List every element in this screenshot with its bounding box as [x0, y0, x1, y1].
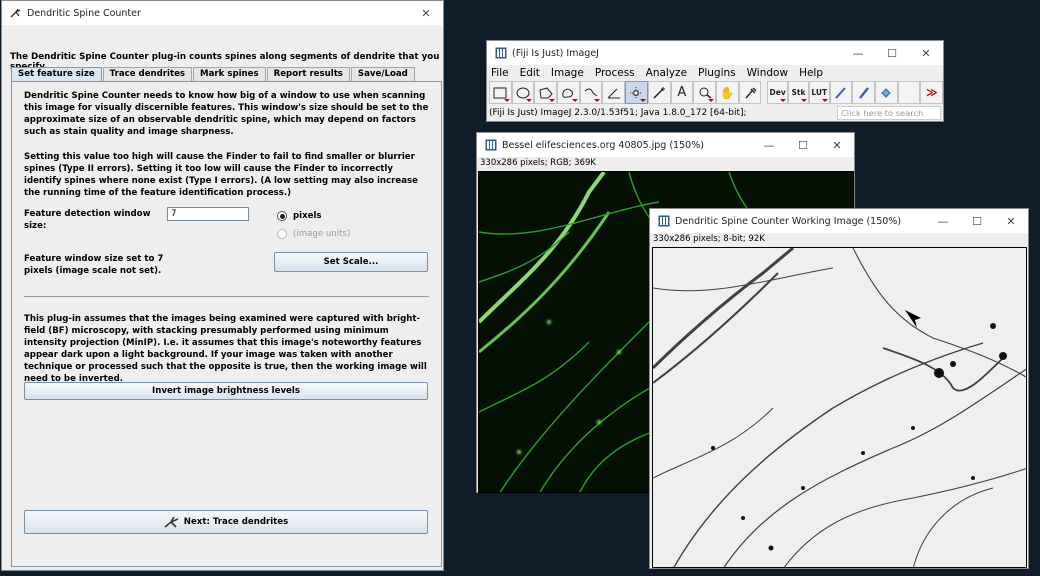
imagej-window: (Fiji Is Just) ImageJ — ☐ ✕ File Edit Im…	[486, 40, 944, 122]
trace-icon	[164, 516, 179, 528]
next-button-label: Next: Trace dendrites	[183, 517, 289, 527]
bessel-title: Bessel elifesciences.org 40805.jpg (150%…	[502, 139, 704, 151]
dev-tool-icon[interactable]: Dev	[767, 81, 789, 104]
point-tool-icon[interactable]	[625, 81, 648, 104]
toolbar: A ✋ Dev Stk LUT ≫	[487, 80, 944, 105]
wand-tool-icon[interactable]	[647, 81, 671, 104]
line-tool-icon[interactable]	[579, 81, 603, 104]
bessel-image-info: 330x286 pixels; RGB; 369K	[477, 157, 854, 170]
blank-tool-slot	[897, 81, 921, 104]
menu-plugins[interactable]: Plugins	[698, 67, 736, 79]
working-image-info: 330x286 pixels; 8-bit; 92K	[650, 233, 1028, 246]
status-text: (Fiji Is Just) ImageJ 2.3.0/1.53f51; Jav…	[489, 108, 747, 118]
tab-panel: Dendritic Spine Counter needs to know ho…	[11, 81, 442, 567]
hand-tool-icon[interactable]: ✋	[715, 81, 739, 104]
lut-tool-icon[interactable]: LUT	[808, 81, 830, 104]
angle-tool-icon[interactable]	[602, 81, 626, 104]
menu-process[interactable]: Process	[595, 67, 635, 79]
more-tools-icon[interactable]: ≫	[920, 81, 944, 104]
next-trace-dendrites-button[interactable]: Next: Trace dendrites	[24, 510, 428, 534]
status-row: (Fiji Is Just) ImageJ 2.3.0/1.53f51; Jav…	[487, 105, 943, 121]
imagej-titlebar[interactable]: (Fiji Is Just) ImageJ — ☐ ✕	[487, 41, 943, 65]
dropper-tool-icon[interactable]	[738, 81, 762, 104]
text-tool-icon[interactable]: A	[670, 81, 694, 104]
image-window-icon	[658, 215, 670, 227]
minimize-icon[interactable]: —	[752, 133, 786, 157]
tab-save-load[interactable]: Save/Load	[350, 67, 415, 81]
tab-set-feature-size[interactable]: Set feature size	[11, 67, 102, 81]
feature-size-field[interactable]: 7	[167, 207, 249, 221]
working-titlebar[interactable]: Dendritic Spine Counter Working Image (1…	[650, 209, 1028, 233]
invert-brightness-button[interactable]: Invert image brightness levels	[24, 382, 428, 400]
oval-tool-icon[interactable]	[511, 81, 535, 104]
plugin-icon	[10, 7, 22, 19]
dev-label: Dev	[769, 88, 786, 97]
tab-trace-dendrites[interactable]: Trace dendrites	[102, 67, 193, 81]
maximize-icon[interactable]: ☐	[875, 41, 909, 65]
separator	[24, 296, 429, 297]
working-image[interactable]	[652, 247, 1027, 568]
menu-image[interactable]: Image	[551, 67, 584, 79]
window-size-status: Feature window size set to 7 pixels (ima…	[24, 254, 164, 276]
working-title: Dendritic Spine Counter Working Image (1…	[675, 215, 902, 227]
menu-file[interactable]: File	[491, 67, 509, 79]
radio-selected-icon	[277, 211, 287, 221]
image-window-icon	[485, 139, 497, 151]
set-scale-button[interactable]: Set Scale...	[274, 252, 428, 272]
tab-mark-spines[interactable]: Mark spines	[193, 67, 266, 81]
polygon-tool-icon[interactable]	[534, 81, 558, 104]
radio-unselected-icon	[277, 229, 287, 239]
stk-tool-icon[interactable]: Stk	[788, 81, 809, 104]
close-icon[interactable]: ✕	[820, 133, 854, 157]
stk-label: Stk	[791, 88, 806, 97]
close-icon[interactable]: ✕	[994, 209, 1028, 233]
feature-size-label: Feature detection window size:	[24, 209, 151, 231]
spine-counter-titlebar[interactable]: Dendritic Spine Counter ✕	[2, 1, 443, 25]
working-image-window: Dendritic Spine Counter Working Image (1…	[649, 208, 1029, 569]
close-icon[interactable]: ✕	[909, 41, 943, 65]
search-input[interactable]: Click here to search	[837, 106, 941, 120]
rectangle-tool-icon[interactable]	[489, 81, 512, 104]
menu-window[interactable]: Window	[747, 67, 788, 79]
fiji-icon	[495, 47, 507, 59]
radio-image-units: (image units)	[277, 229, 350, 239]
minimize-icon[interactable]: —	[926, 209, 960, 233]
imagej-title: (Fiji Is Just) ImageJ	[512, 47, 599, 59]
menu-help[interactable]: Help	[799, 67, 823, 79]
maximize-icon[interactable]: ☐	[786, 133, 820, 157]
magnifier-icon[interactable]	[693, 81, 716, 104]
brightfield-description: This plug-in assumes that the images bei…	[24, 314, 427, 384]
bessel-titlebar[interactable]: Bessel elifesciences.org 40805.jpg (150%…	[477, 133, 854, 157]
maximize-icon[interactable]: ☐	[960, 209, 994, 233]
radio-pixels[interactable]: pixels	[277, 211, 322, 221]
working-image-content	[653, 248, 1026, 567]
tab-bar: Set feature size Trace dendrites Mark sp…	[11, 67, 416, 81]
error-description: Setting this value too high will cause t…	[24, 152, 418, 198]
freehand-tool-icon[interactable]	[557, 81, 580, 104]
menu-edit[interactable]: Edit	[520, 67, 540, 79]
menubar: File Edit Image Process Analyze Plugins …	[487, 65, 943, 80]
brush-icon[interactable]	[852, 81, 876, 104]
spine-counter-window: Dendritic Spine Counter ✕ The Dendritic …	[1, 0, 444, 571]
radio-image-units-label: (image units)	[293, 229, 351, 239]
menu-analyze[interactable]: Analyze	[646, 67, 687, 79]
radio-pixels-label: pixels	[293, 211, 322, 221]
pencil-icon[interactable]	[829, 81, 853, 104]
close-icon[interactable]: ✕	[409, 1, 443, 25]
tab-report-results[interactable]: Report results	[266, 67, 350, 81]
flood-fill-icon[interactable]	[875, 81, 898, 104]
feature-size-description: Dendritic Spine Counter needs to know ho…	[24, 91, 429, 137]
window-title: Dendritic Spine Counter	[27, 7, 141, 19]
minimize-icon[interactable]: —	[841, 41, 875, 65]
lut-label: LUT	[811, 88, 828, 97]
